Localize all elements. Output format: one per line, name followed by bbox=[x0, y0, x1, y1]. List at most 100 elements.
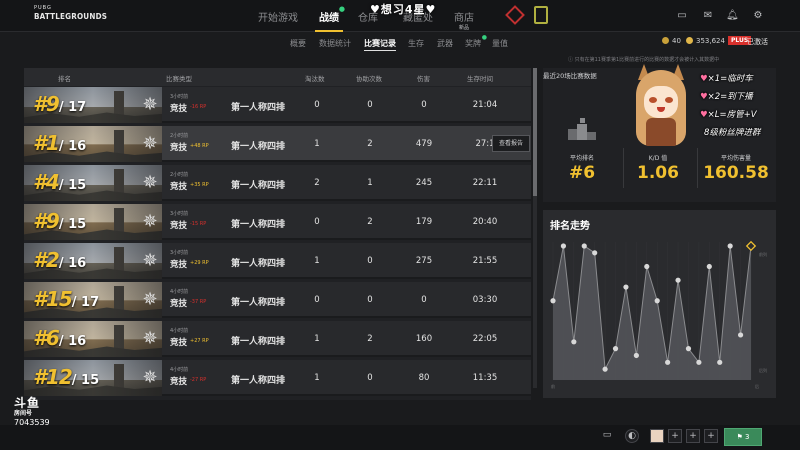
sticker-line-text: 8级粉丝牌进群 bbox=[704, 128, 761, 138]
map-thumbnail: #15/ 17 ✵ bbox=[24, 282, 162, 318]
subtab-medals[interactable]: 奖牌 ● bbox=[465, 34, 487, 49]
match-type: 第一人称四排 bbox=[231, 142, 286, 152]
header-match-type: 比赛类型 bbox=[166, 75, 192, 83]
game-mode: 竞技 bbox=[170, 143, 188, 153]
map-thumbnail: #9/ 17 ✵ bbox=[24, 87, 162, 123]
table-row[interactable]: #12/ 15 ✵ 4小时前 竞技 -27 RP 第一人称四排 1 0 80 1… bbox=[24, 360, 531, 396]
trend-point[interactable] bbox=[560, 243, 567, 249]
trend-point[interactable] bbox=[633, 352, 639, 359]
placement-total: / 16 bbox=[58, 334, 87, 349]
invite-slot-button[interactable]: + bbox=[686, 429, 700, 443]
trend-point-latest[interactable] bbox=[745, 240, 757, 252]
match-history-table: 排名 比赛类型 淘汰数 协助次数 伤害 生存时间 #9/ 17 ✵ 3小时前 竞… bbox=[24, 68, 531, 400]
sticker-line-text: ×2=到下播 bbox=[707, 92, 753, 102]
map-thumbnail: #1/ 16 ✵ bbox=[24, 126, 162, 162]
subtab-match-history[interactable]: 比赛记录 bbox=[364, 38, 396, 51]
avg-damage-label: 平均伤害量 bbox=[720, 155, 751, 162]
tab-label: 战绩 bbox=[319, 13, 339, 24]
trend-point[interactable] bbox=[654, 298, 660, 304]
mail-icon[interactable]: ✉ bbox=[702, 10, 714, 22]
chat-bubble-icon[interactable]: ▭ bbox=[600, 429, 614, 443]
placement-total: / 15 bbox=[58, 178, 87, 193]
subtab-label: 奖牌 bbox=[465, 39, 481, 48]
damage-value: 160 bbox=[415, 334, 433, 344]
table-row[interactable]: #4/ 15 ✵ 2小时前 竞技 +35 RP 第一人称四排 2 1 245 2… bbox=[24, 165, 531, 201]
bell-icon[interactable]: 🔔︎ bbox=[726, 10, 739, 22]
trend-point[interactable] bbox=[592, 250, 598, 256]
damage-value: 479 bbox=[415, 139, 433, 149]
invite-slot-button[interactable]: + bbox=[704, 429, 718, 443]
game-mode: 竞技 bbox=[170, 182, 188, 192]
table-row[interactable]: #9/ 17 ✵ 3小时前 竞技 -16 RP 第一人称四排 0 0 0 21:… bbox=[24, 87, 531, 123]
anime-girl-illustration bbox=[632, 64, 690, 148]
trend-point[interactable] bbox=[737, 332, 744, 338]
bp-value: 40 bbox=[672, 37, 681, 45]
recent-stats-title: 最近20场比赛数据 bbox=[543, 72, 597, 80]
tab-play[interactable]: 开始游戏 bbox=[258, 9, 298, 24]
table-row[interactable]: #9/ 15 ✵ 3小时前 竞技 -15 RP 第一人称四排 0 2 179 2… bbox=[24, 204, 531, 240]
bp-coin-icon bbox=[662, 37, 669, 44]
table-row[interactable]: #2/ 16 ✵ 3小时前 竞技 +29 RP 第一人称四排 1 0 275 2… bbox=[24, 243, 531, 279]
pass-icon[interactable] bbox=[534, 6, 548, 24]
subtab-stats[interactable]: 数据统计 bbox=[319, 38, 351, 49]
scrollbar-thumb[interactable] bbox=[533, 68, 537, 196]
ranked-emblem-icon: ✵ bbox=[142, 94, 158, 115]
trend-point[interactable] bbox=[550, 298, 556, 304]
avatar[interactable] bbox=[650, 429, 664, 443]
new-dot-icon: ● bbox=[481, 34, 487, 41]
time-ago: 3小时前 bbox=[170, 94, 189, 100]
streamer-sticker: ♥×1=临时车 ♥×2=到下播 ♥×L=房管+V 8级粉丝牌进群 bbox=[632, 64, 800, 150]
table-scrollbar[interactable] bbox=[533, 68, 537, 388]
table-row[interactable]: #6/ 16 ✵ 4小时前 竞技 +27 RP 第一人称四排 1 2 160 2… bbox=[24, 321, 531, 357]
trend-point[interactable] bbox=[571, 339, 577, 345]
subtab-overview[interactable]: 概要 bbox=[290, 38, 306, 49]
table-row[interactable]: #1/ 16 ✵ 2小时前 竞技 +48 RP 第一人称四排 1 2 479 2… bbox=[24, 126, 531, 162]
trend-point[interactable] bbox=[685, 346, 692, 352]
survival-time-value: 22:11 bbox=[472, 178, 498, 188]
subtab-weapons[interactable]: 武器 bbox=[437, 38, 453, 49]
subtab-survival[interactable]: 生存 bbox=[408, 38, 424, 49]
gift-heart-icon: ♥ bbox=[700, 74, 708, 84]
rp-change: -27 RP bbox=[190, 377, 207, 383]
trend-point[interactable] bbox=[623, 284, 629, 290]
gear-icon[interactable]: ⚙ bbox=[752, 10, 764, 22]
podium-icon bbox=[568, 118, 596, 140]
trend-point[interactable] bbox=[727, 243, 733, 249]
trend-point[interactable] bbox=[644, 263, 650, 270]
gcoin-balance: 353,624 bbox=[686, 37, 725, 45]
match-type: 第一人称四排 bbox=[231, 103, 286, 113]
trend-point[interactable] bbox=[602, 366, 608, 372]
trend-point[interactable] bbox=[675, 277, 681, 283]
game-mode: 竞技 bbox=[170, 104, 188, 114]
rp-change: +29 RP bbox=[190, 260, 209, 266]
assists-value: 2 bbox=[367, 139, 373, 149]
trend-point[interactable] bbox=[665, 359, 671, 365]
trend-point[interactable] bbox=[581, 243, 587, 249]
subtab-measures[interactable]: 量值 bbox=[492, 38, 508, 49]
trend-point[interactable] bbox=[696, 359, 702, 365]
placement: #12/ 15 bbox=[33, 365, 99, 389]
survival-time-value: 11:35 bbox=[472, 373, 498, 383]
y-axis-label-top: 前列 bbox=[759, 251, 767, 257]
squad-button[interactable]: ⚑ 3 bbox=[724, 428, 762, 446]
tab-store[interactable]: 商店 新品 bbox=[454, 9, 474, 31]
assists-value: 0 bbox=[367, 100, 373, 110]
match-type: 第一人称四排 bbox=[231, 220, 286, 230]
invite-slot-button[interactable]: + bbox=[668, 429, 682, 443]
placement: #15/ 17 bbox=[33, 287, 99, 311]
rp-change: +27 RP bbox=[190, 338, 209, 344]
table-row[interactable]: #15/ 17 ✵ 4小时前 竞技 -37 RP 第一人称四排 0 0 0 03… bbox=[24, 282, 531, 318]
tab-career[interactable]: 战绩 ● bbox=[315, 5, 345, 32]
trend-point[interactable] bbox=[612, 346, 619, 352]
gcoin-icon bbox=[686, 37, 693, 44]
survival-time-value: 21:04 bbox=[472, 100, 498, 110]
chat-icon[interactable]: ▭ bbox=[676, 10, 688, 22]
view-report-button[interactable]: 查看报告 bbox=[492, 135, 530, 152]
stream-overlay-title: ♥想习4星♥ bbox=[370, 3, 437, 16]
trend-point[interactable] bbox=[706, 263, 712, 270]
globe-icon[interactable]: ◐ bbox=[625, 429, 639, 443]
ranked-emblem-icon: ✵ bbox=[142, 172, 158, 193]
match-type: 第一人称四排 bbox=[231, 298, 286, 308]
trend-point[interactable] bbox=[717, 359, 723, 365]
assists-value: 1 bbox=[367, 178, 373, 188]
